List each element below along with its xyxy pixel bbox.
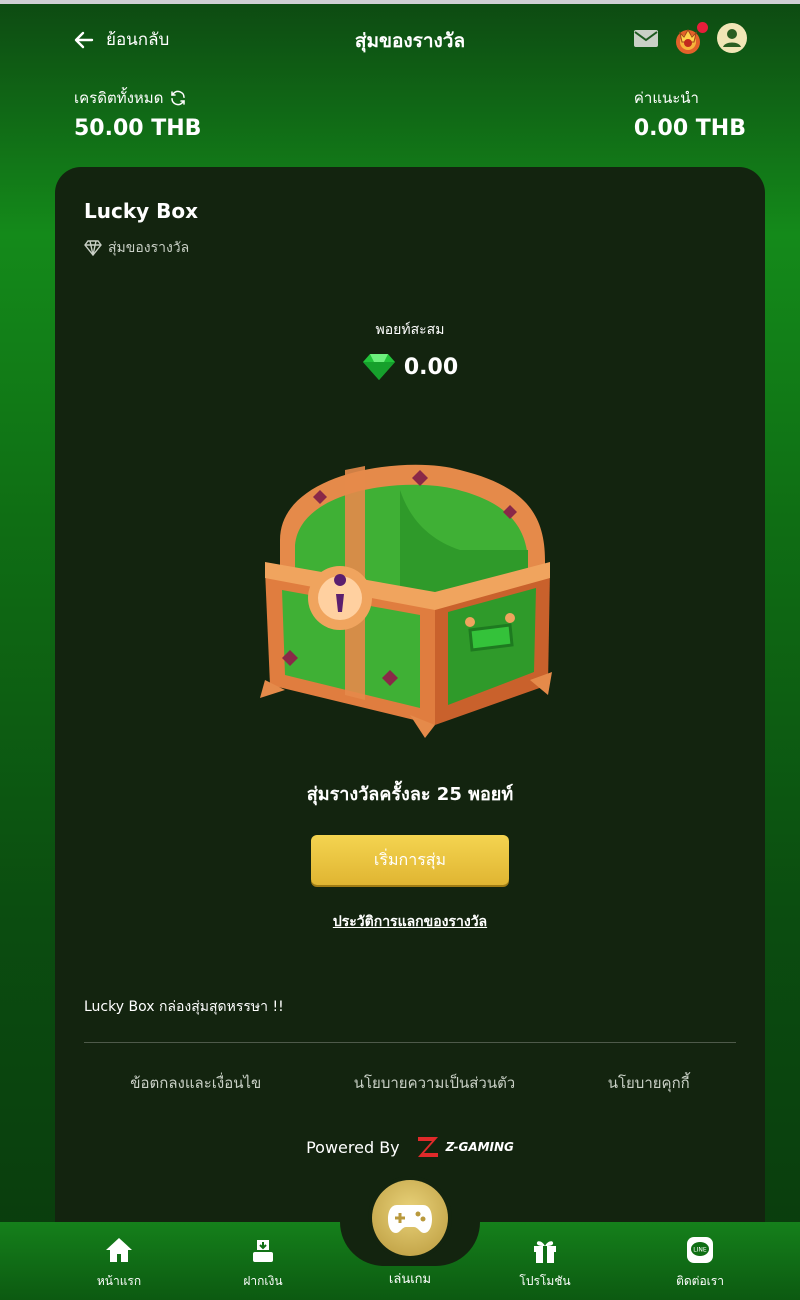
referral-balance: ค่าแนะนำ 0.00 THB — [634, 86, 746, 141]
lucky-box-card: Lucky Box สุ่มของรางวัล พอยท์สะสม 0.00 ส… — [55, 167, 765, 1247]
nav-contact[interactable]: LINE ติดต่อเรา — [645, 1236, 755, 1291]
terms-link[interactable]: ข้อตกลงและเงื่อนไข — [130, 1071, 261, 1095]
gamepad-icon — [388, 1205, 432, 1233]
header-icons — [632, 22, 748, 58]
credit-value: 50.00 THB — [74, 116, 202, 141]
cookie-policy-link[interactable]: นโยบายคุกกี้ — [608, 1071, 690, 1095]
start-draw-button[interactable]: เริ่มการสุ่ม — [311, 835, 509, 885]
nav-contact-label: ติดต่อเรา — [676, 1274, 724, 1288]
nav-play-game-label: เล่นเกม — [388, 1272, 432, 1287]
z-gaming-logo: Z-GAMING — [416, 1135, 514, 1159]
draw-cost-text: สุ่มรางวัลครั้งละ 25 พอยท์ — [306, 784, 514, 805]
nav-deposit[interactable]: ฝากเงิน — [208, 1236, 318, 1291]
profile-icon[interactable] — [716, 22, 748, 58]
diamond-outline-icon — [84, 240, 102, 256]
deposit-icon — [253, 1240, 273, 1262]
refresh-icon[interactable] — [169, 89, 187, 107]
points-value: 0.00 — [403, 354, 459, 380]
promo-text: Lucky Box กล่องสุ่มสุดหรรษา !! — [84, 999, 284, 1015]
rank-badge-icon[interactable] — [672, 22, 708, 56]
footer-links: ข้อตกลงและเงื่อนไข นโยบายความเป็นส่วนตัว… — [84, 1071, 736, 1095]
privacy-policy-link[interactable]: นโยบายความเป็นส่วนตัว — [354, 1071, 516, 1095]
nav-home[interactable]: หน้าแรก — [64, 1236, 174, 1291]
nav-promotion[interactable]: โปรโมชัน — [490, 1236, 600, 1291]
powered-by: Powered By Z-GAMING — [55, 1135, 765, 1159]
home-icon — [106, 1238, 132, 1262]
referral-label: ค่าแนะนำ — [633, 89, 699, 107]
card-title: Lucky Box — [84, 199, 199, 223]
nav-play-game-button[interactable] — [372, 1180, 448, 1256]
points-label: พอยท์สะสม — [375, 322, 445, 338]
mail-icon[interactable] — [632, 26, 660, 54]
line-chat-icon: LINE — [687, 1237, 713, 1263]
nav-promotion-label: โปรโมชัน — [519, 1274, 571, 1288]
credit-label: เครดิตทั้งหมด — [74, 89, 164, 107]
reward-history-link[interactable]: ประวัติการแลกของรางวัล — [55, 911, 765, 933]
credit-balance: เครดิตทั้งหมด 50.00 THB — [74, 86, 201, 141]
browser-top-edge — [0, 0, 800, 4]
brand-name: Z-GAMING — [445, 1140, 514, 1154]
nav-deposit-label: ฝากเงิน — [243, 1274, 283, 1288]
gift-icon — [534, 1241, 556, 1263]
powered-by-text: Powered By — [306, 1137, 400, 1157]
green-gem-icon — [362, 354, 395, 380]
notification-dot — [697, 22, 708, 33]
referral-value: 0.00 THB — [633, 116, 746, 141]
card-subtitle: สุ่มของรางวัล — [84, 237, 189, 259]
nav-home-label: หน้าแรก — [96, 1274, 142, 1288]
treasure-chest-image — [260, 464, 552, 738]
divider — [84, 1042, 736, 1043]
svg-text:LINE: LINE — [693, 1247, 707, 1254]
top-header: ย้อนกลับ สุ่มของรางวัล — [72, 22, 748, 58]
points-display: 0.00 — [55, 353, 765, 381]
card-subtitle-text: สุ่มของรางวัล — [108, 240, 190, 256]
